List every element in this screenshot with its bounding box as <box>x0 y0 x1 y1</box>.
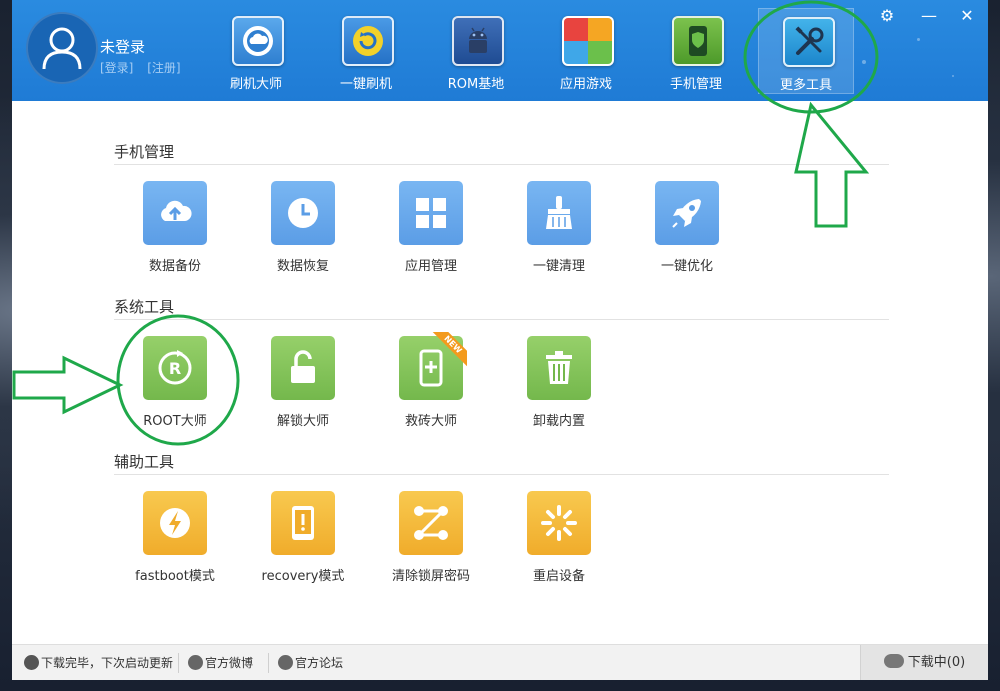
unlock-icon <box>271 336 335 400</box>
login-link[interactable]: [登录] <box>100 61 133 75</box>
spinner-icon <box>527 491 591 555</box>
tile-label: 一键清理 <box>532 259 585 274</box>
tile-clear-lock-password[interactable]: 清除锁屏密码 <box>386 491 476 591</box>
tile-unlock-master[interactable]: 解锁大师 <box>258 336 348 436</box>
phone-shield-icon <box>672 16 724 66</box>
close-button[interactable]: ✕ <box>952 6 982 26</box>
forum-link[interactable]: 官方论坛 <box>278 654 343 672</box>
nav-item-one-click-flash[interactable]: 一键刷机 <box>318 8 414 94</box>
close-icon: ✕ <box>960 6 974 25</box>
tile-label: 解锁大师 <box>276 414 329 429</box>
section-divider <box>114 319 889 320</box>
section-title-system-tools: 系统工具 <box>114 298 175 316</box>
root-icon: R <box>143 336 207 400</box>
tile-data-restore[interactable]: 数据恢复 <box>258 181 348 281</box>
weibo-link[interactable]: 官方微博 <box>188 654 253 672</box>
cloud-disc-icon <box>232 16 284 66</box>
chat-bubble-icon <box>278 655 293 670</box>
tile-label: 重启设备 <box>532 569 585 584</box>
tile-label: ROOT大师 <box>143 414 207 429</box>
header-sparkle <box>862 60 866 64</box>
lightning-icon <box>143 491 207 555</box>
status-bar: 下载完毕，下次启动更新 官方微博 官方论坛 下载中(0) <box>12 644 988 680</box>
info-icon <box>24 655 39 670</box>
minimize-button[interactable]: — <box>914 6 944 26</box>
tile-one-click-clean[interactable]: 一键清理 <box>514 181 604 281</box>
cloud-upload-icon <box>143 181 207 245</box>
tile-label: 一键优化 <box>660 259 713 274</box>
android-icon <box>452 16 504 66</box>
header-sparkle <box>917 38 920 41</box>
new-badge: NEW <box>431 332 467 368</box>
rocket-icon <box>655 181 719 245</box>
tile-label: recovery模式 <box>261 569 345 584</box>
broom-icon <box>527 181 591 245</box>
tile-uninstall-builtin[interactable]: 卸载内置 <box>514 336 604 436</box>
nav-item-flash-master[interactable]: 刷机大师 <box>208 8 304 94</box>
section-divider <box>114 474 889 475</box>
tiles-icon <box>562 16 614 66</box>
app-window: 未登录 [登录] [注册] 刷机大师 一键刷机 ROM基地 应用游戏 手机管理 … <box>12 0 988 680</box>
tile-brick-rescue[interactable]: NEW 救砖大师 <box>386 332 476 436</box>
nav-label: 刷机大师 <box>229 77 282 92</box>
tile-app-manage[interactable]: 应用管理 <box>386 181 476 281</box>
grid-icon <box>399 181 463 245</box>
user-name: 未登录 <box>100 38 146 56</box>
minimize-icon: — <box>921 6 937 25</box>
tile-label: 救砖大师 <box>404 414 457 429</box>
nav-label: 一键刷机 <box>339 77 392 92</box>
footer-separator <box>268 653 269 673</box>
settings-button[interactable]: ⚙ <box>872 6 902 26</box>
phone-alert-icon <box>271 491 335 555</box>
tile-root-master[interactable]: R ROOT大师 <box>130 336 220 436</box>
tools-icon <box>783 17 835 67</box>
gear-icon: ⚙ <box>879 6 895 25</box>
tile-label: 数据备份 <box>148 259 201 274</box>
tile-label: 清除锁屏密码 <box>391 569 470 584</box>
tile-label: 卸载内置 <box>532 414 585 429</box>
footer-separator <box>178 653 179 673</box>
nav-label: ROM基地 <box>447 77 505 92</box>
cloud-download-icon <box>883 654 904 668</box>
user-links: [登录] [注册] <box>100 59 191 76</box>
tile-recovery-mode[interactable]: recovery模式 <box>258 491 348 591</box>
tile-label: 数据恢复 <box>276 259 329 274</box>
svg-text:R: R <box>169 359 181 378</box>
section-divider <box>114 164 889 165</box>
tile-reboot-device[interactable]: 重启设备 <box>514 491 604 591</box>
avatar[interactable] <box>26 12 98 84</box>
nav-label: 手机管理 <box>669 77 722 92</box>
nav-item-phone-manage[interactable]: 手机管理 <box>648 8 744 94</box>
user-icon <box>42 27 82 70</box>
nav-label: 应用游戏 <box>559 77 612 92</box>
register-link[interactable]: [注册] <box>147 61 180 75</box>
nav-item-rom-base[interactable]: ROM基地 <box>428 8 524 94</box>
trash-icon <box>527 336 591 400</box>
clock-icon <box>271 181 335 245</box>
nav-item-more-tools[interactable]: 更多工具 <box>758 8 854 94</box>
tile-data-backup[interactable]: 数据备份 <box>130 181 220 281</box>
section-title-phone-manage: 手机管理 <box>114 143 175 161</box>
weibo-icon <box>188 655 203 670</box>
nav-label: 更多工具 <box>779 78 832 93</box>
tile-label: 应用管理 <box>404 259 457 274</box>
tile-one-click-optimize[interactable]: 一键优化 <box>642 181 732 281</box>
phone-plus-icon: NEW <box>399 332 467 400</box>
header-bar: 未登录 [登录] [注册] 刷机大师 一键刷机 ROM基地 应用游戏 手机管理 … <box>12 0 988 101</box>
refresh-icon <box>342 16 394 66</box>
download-queue-button[interactable]: 下载中(0) <box>860 645 988 680</box>
tile-label: fastboot模式 <box>135 569 215 584</box>
update-status: 下载完毕，下次启动更新 <box>24 654 173 672</box>
nav-item-apps-games[interactable]: 应用游戏 <box>538 8 634 94</box>
tile-fastboot-mode[interactable]: fastboot模式 <box>130 491 220 591</box>
pattern-icon <box>399 491 463 555</box>
header-sparkle <box>952 75 954 77</box>
section-title-aux-tools: 辅助工具 <box>114 453 175 471</box>
